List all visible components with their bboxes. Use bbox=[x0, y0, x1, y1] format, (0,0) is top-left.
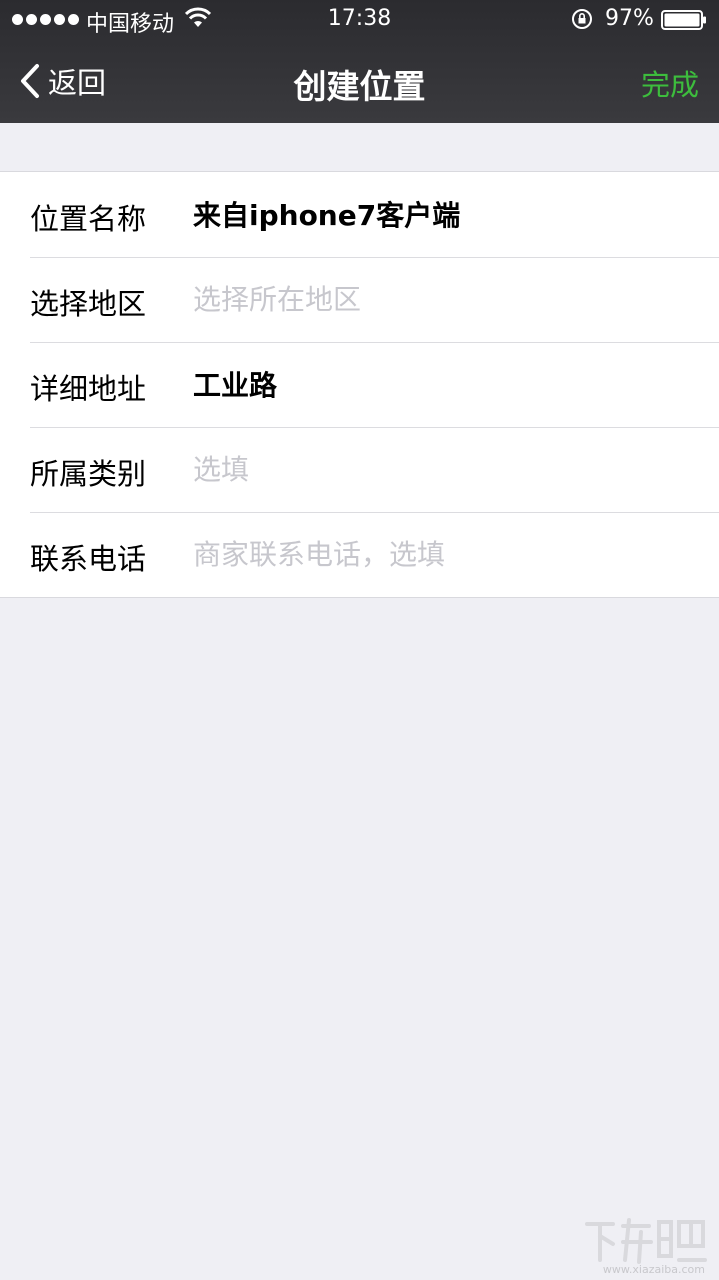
phone-input[interactable] bbox=[193, 528, 693, 580]
top-bar: 中国移动 17:38 97% 返回 创建位置 完成 bbox=[0, 0, 719, 123]
location-form: 位置名称 选择地区 详细地址 所属类别 联系电话 bbox=[0, 171, 719, 598]
battery-percentage: 97% bbox=[605, 6, 654, 31]
page-title: 创建位置 bbox=[293, 67, 426, 106]
navigation-bar: 返回 创建位置 完成 bbox=[0, 40, 719, 123]
location-name-input[interactable] bbox=[193, 188, 693, 240]
category-row[interactable]: 所属类别 bbox=[0, 427, 719, 512]
phone-label: 联系电话 bbox=[30, 542, 147, 576]
category-label: 所属类别 bbox=[30, 457, 147, 491]
address-input[interactable] bbox=[193, 358, 693, 410]
watermark-url: www.xiazaiba.com bbox=[602, 1263, 705, 1276]
rotation-lock-icon bbox=[572, 9, 592, 29]
done-button[interactable]: 完成 bbox=[641, 62, 699, 104]
region-input[interactable] bbox=[193, 273, 693, 325]
address-label: 详细地址 bbox=[30, 372, 147, 406]
status-bar: 中国移动 17:38 97% bbox=[0, 0, 719, 40]
category-input[interactable] bbox=[193, 443, 693, 495]
address-row[interactable]: 详细地址 bbox=[0, 342, 719, 427]
region-label: 选择地区 bbox=[30, 287, 147, 321]
location-name-row[interactable]: 位置名称 bbox=[0, 172, 719, 257]
region-row[interactable]: 选择地区 bbox=[0, 257, 719, 342]
location-name-label: 位置名称 bbox=[30, 202, 147, 236]
phone-row[interactable]: 联系电话 bbox=[0, 512, 719, 597]
battery-icon bbox=[661, 10, 706, 30]
